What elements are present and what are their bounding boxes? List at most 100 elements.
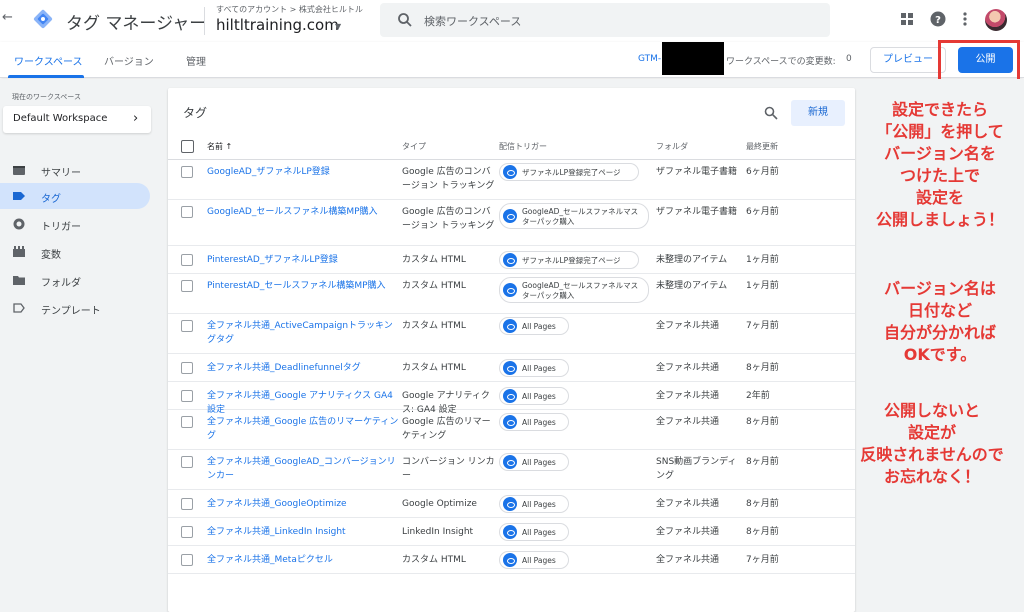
sidebar-item-templates[interactable]: テンプレート: [0, 295, 150, 321]
tab-workspace[interactable]: ワークスペース: [14, 53, 83, 68]
tag-type: カスタム HTML: [402, 555, 466, 565]
help-icon[interactable]: ?: [930, 11, 946, 27]
search-icon[interactable]: [764, 106, 778, 120]
tag-name-link[interactable]: PinterestAD_セールスファネル構築MP購入: [207, 279, 399, 293]
select-all-checkbox[interactable]: [181, 140, 194, 153]
row-checkbox[interactable]: [181, 390, 193, 402]
container-selector[interactable]: hiltltraining.com: [216, 16, 339, 34]
table-row[interactable]: 全ファネル共通_Google アナリティクス GA4 設定 Google アナリテ…: [168, 382, 855, 415]
tag-name-link[interactable]: GoogleAD_ザファネルLP登録: [207, 165, 399, 179]
trigger-chip[interactable]: ザファネルLP登録完了ページ: [499, 251, 639, 269]
variables-icon: [13, 246, 25, 257]
sidebar-item-folders[interactable]: フォルダ: [0, 267, 150, 293]
new-tag-button[interactable]: 新規: [791, 100, 845, 126]
tag-folder: 未整理のアイテム: [656, 281, 728, 291]
publish-button[interactable]: 公開: [958, 47, 1013, 73]
tag-name-link[interactable]: 全ファネル共通_ActiveCampaignトラッキングタグ: [207, 319, 399, 347]
tag-name-link[interactable]: 全ファネル共通_GoogleOptimize: [207, 497, 399, 511]
trigger-label: All Pages: [522, 556, 556, 565]
user-avatar[interactable]: [985, 9, 1007, 31]
apps-grid-icon[interactable]: [901, 13, 913, 25]
tag-last-modified: 8ヶ月前: [746, 363, 779, 373]
back-arrow-icon[interactable]: ←: [2, 10, 16, 28]
row-checkbox[interactable]: [181, 416, 193, 428]
trigger-chip[interactable]: All Pages: [499, 453, 569, 471]
trigger-chip[interactable]: GoogleAD_セールスファネルマスターパック購入: [499, 277, 649, 303]
container-id[interactable]: GTM-: [638, 54, 661, 64]
sidebar-item-triggers[interactable]: トリガー: [0, 211, 150, 237]
row-checkbox[interactable]: [181, 254, 193, 266]
trigger-chip[interactable]: All Pages: [499, 317, 569, 335]
card-title: タグ: [183, 106, 208, 120]
sidebar-item-summary[interactable]: サマリー: [0, 157, 150, 183]
row-checkbox[interactable]: [181, 554, 193, 566]
trigger-chip[interactable]: All Pages: [499, 359, 569, 377]
trigger-label: All Pages: [522, 500, 556, 509]
table-row[interactable]: 全ファネル共通_Google 広告のリマーケティング Google 広告のリマーケ…: [168, 410, 855, 450]
trigger-chip[interactable]: All Pages: [499, 551, 569, 569]
trigger-chip[interactable]: All Pages: [499, 523, 569, 541]
trigger-chip[interactable]: GoogleAD_セールスファネルマスターパック購入: [499, 203, 649, 229]
table-row[interactable]: GoogleAD_ザファネルLP登録 Google 広告のコンバージョン トラッキ…: [168, 160, 855, 200]
table-row[interactable]: PinterestAD_ザファネルLP登録 カスタム HTML ザファネルLP登録完…: [168, 246, 855, 274]
workspace-label: 現在のワークスペース: [12, 93, 81, 101]
table-row[interactable]: PinterestAD_セールスファネル構築MP購入 カスタム HTML Googl…: [168, 274, 855, 314]
row-checkbox[interactable]: [181, 526, 193, 538]
tab-admin[interactable]: 管理: [186, 53, 206, 68]
tag-last-modified: 1ヶ月前: [746, 281, 779, 291]
sidebar-item-variables[interactable]: 変数: [0, 239, 150, 265]
tag-type: カスタム HTML: [402, 321, 466, 331]
annotation-line: OKです。: [903, 345, 977, 364]
more-vert-icon[interactable]: [960, 11, 970, 27]
annotation-line: 反映されませんので: [860, 445, 1004, 464]
table-row[interactable]: 全ファネル共通_LinkedIn Insight LinkedIn Insight…: [168, 518, 855, 546]
trigger-label: All Pages: [522, 458, 556, 467]
tag-name-link[interactable]: 全ファネル共通_GoogleAD_コンバージョンリンカー: [207, 455, 399, 483]
row-checkbox[interactable]: [181, 280, 193, 292]
sidebar-item-tags[interactable]: タグ: [0, 183, 150, 209]
table-row[interactable]: 全ファネル共通_GoogleOptimize Google Optimize All…: [168, 490, 855, 518]
account-breadcrumb[interactable]: すべてのアカウント > 株式会社ヒルトル: [216, 4, 363, 15]
tag-name-link[interactable]: 全ファネル共通_Google 広告のリマーケティング: [207, 415, 399, 443]
tag-type: Google 広告のコンバージョン トラッキング: [402, 167, 495, 191]
tag-name-link[interactable]: PinterestAD_ザファネルLP登録: [207, 253, 399, 267]
row-checkbox[interactable]: [181, 320, 193, 332]
tag-last-modified: 6ヶ月前: [746, 207, 779, 217]
sidebar-item-label: サマリー: [41, 168, 81, 179]
tag-last-modified: 8ヶ月前: [746, 457, 779, 467]
table-row[interactable]: 全ファネル共通_Deadlinefunnelタグ カスタム HTML All Pag…: [168, 354, 855, 382]
table-row[interactable]: 全ファネル共通_ActiveCampaignトラッキングタグ カスタム HTML A…: [168, 314, 855, 354]
annotation-line: つけた上で: [899, 166, 980, 185]
table-row[interactable]: 全ファネル共通_GoogleAD_コンバージョンリンカー コンバージョン リンカー…: [168, 450, 855, 490]
annotation-block-reminder: 公開しないと 設定が 反映されませんので お忘れなく！: [840, 400, 1024, 488]
table-row[interactable]: 全ファネル共通_Metaピクセル カスタム HTML All Pages 全ファネル共…: [168, 546, 855, 574]
template-icon: [13, 303, 25, 313]
row-checkbox[interactable]: [181, 206, 193, 218]
tag-last-modified: 7ヶ月前: [746, 555, 779, 565]
trigger-chip[interactable]: All Pages: [499, 495, 569, 513]
tag-name-link[interactable]: GoogleAD_セールスファネル構築MP購入: [207, 205, 399, 219]
tab-versions[interactable]: バージョン: [104, 53, 154, 68]
tag-type: カスタム HTML: [402, 363, 466, 373]
tag-name-link[interactable]: 全ファネル共通_Deadlinefunnelタグ: [207, 361, 399, 375]
row-checkbox[interactable]: [181, 362, 193, 374]
sidebar-item-label: フォルダ: [41, 278, 81, 289]
annotation-line: お忘れなく！: [883, 467, 980, 486]
row-checkbox[interactable]: [181, 498, 193, 510]
workspace-search-input[interactable]: 検索ワークスペース: [380, 3, 830, 37]
trigger-chip[interactable]: ザファネルLP登録完了ページ: [499, 163, 639, 181]
tag-name-link[interactable]: 全ファネル共通_Metaピクセル: [207, 553, 399, 567]
eye-icon: [503, 165, 517, 179]
row-checkbox[interactable]: [181, 166, 193, 178]
preview-button[interactable]: プレビュー: [870, 47, 946, 73]
dropdown-caret-icon[interactable]: ▼: [335, 22, 341, 31]
workspace-selector[interactable]: Default Workspace ›: [3, 106, 151, 133]
row-checkbox[interactable]: [181, 456, 193, 468]
folder-icon: [13, 276, 25, 285]
table-row[interactable]: GoogleAD_セールスファネル構築MP購入 Google 広告のコンバージョン…: [168, 200, 855, 246]
tag-last-modified: 8ヶ月前: [746, 499, 779, 509]
eye-icon: [503, 209, 517, 223]
tag-name-link[interactable]: 全ファネル共通_LinkedIn Insight: [207, 525, 399, 539]
trigger-chip[interactable]: All Pages: [499, 387, 569, 405]
trigger-chip[interactable]: All Pages: [499, 413, 569, 431]
